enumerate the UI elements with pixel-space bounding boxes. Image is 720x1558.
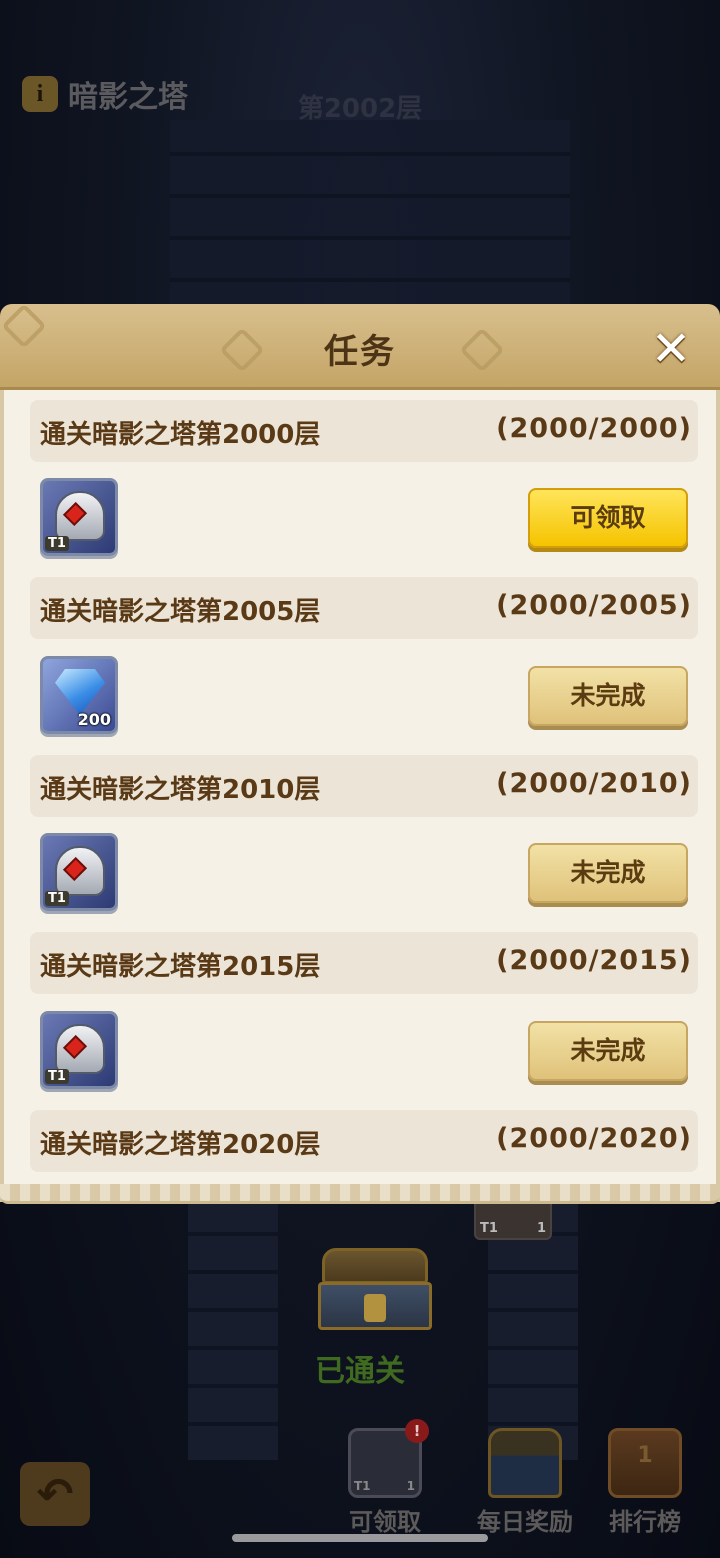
task-name: 通关暗影之塔第2010层 (40, 775, 321, 805)
task-modal: 任务 ✕ 通关暗影之塔第2000层 (2000/2000) T1 可领取 通关暗… (0, 303, 720, 1204)
task-name: 通关暗影之塔第2005层 (40, 597, 321, 627)
tier-tag: T1 (45, 536, 69, 551)
task-row: 通关暗影之塔第2020层 (2000/2020) (30, 1110, 698, 1172)
nav-leaderboard[interactable]: 1 排行榜 (590, 1428, 700, 1537)
back-arrow-icon: ↶ (36, 1468, 74, 1520)
nav-claimable-count: 1 (406, 1479, 415, 1493)
task-progress: (2000/2000) (496, 413, 692, 444)
tower-gate (170, 120, 570, 320)
tier-tag: T1 (45, 1069, 69, 1084)
task-row: 通关暗影之塔第2005层 (2000/2005) (30, 577, 698, 639)
alert-badge: ! (405, 1419, 429, 1443)
incomplete-button[interactable]: 未完成 (528, 1021, 688, 1081)
helm-icon: ! T1 1 (348, 1419, 429, 1498)
quantity-tag: 200 (77, 710, 111, 729)
incomplete-button[interactable]: 未完成 (528, 666, 688, 726)
claim-button[interactable]: 可领取 (528, 488, 688, 548)
modal-footer-border (0, 1184, 720, 1204)
task-row: 通关暗影之塔第2000层 (2000/2000) (30, 400, 698, 462)
helm-icon[interactable]: T1 (40, 1011, 118, 1089)
nav-claimable-label: 可领取 (349, 1508, 421, 1536)
modal-header: 任务 ✕ (0, 303, 720, 390)
helm-icon[interactable]: T1 (40, 833, 118, 911)
pillar-left (188, 1200, 278, 1460)
treasure-chest-icon (318, 1248, 432, 1330)
nav-claimable-tier: T1 (354, 1479, 371, 1493)
task-name: 通关暗影之塔第2000层 (40, 420, 321, 450)
task-list: 通关暗影之塔第2000层 (2000/2000) T1 可领取 通关暗影之塔第2… (0, 390, 720, 1202)
cleared-status: 已通关 (315, 1354, 405, 1389)
chest-icon (488, 1428, 562, 1498)
trophy-icon: 1 (608, 1428, 682, 1498)
nav-claimable[interactable]: ! T1 1 可领取 (330, 1419, 440, 1537)
close-icon[interactable]: ✕ (648, 325, 694, 373)
tier-tag: T1 (45, 891, 69, 906)
task-name: 通关暗影之塔第2020层 (40, 1130, 321, 1160)
floor-reward-count: 1 (536, 1221, 546, 1236)
modal-title: 任务 (324, 332, 396, 372)
task-progress: (2000/2010) (496, 768, 692, 799)
home-indicator[interactable] (232, 1534, 488, 1542)
helm-icon[interactable]: T1 (40, 478, 118, 556)
bottom-nav: ! T1 1 可领取 每日奖励 1 排行榜 (330, 1419, 700, 1537)
task-name: 通关暗影之塔第2015层 (40, 952, 321, 982)
task-progress: (2000/2005) (496, 590, 692, 621)
floor-label: 第2002层 (297, 94, 423, 124)
rank-number: 1 (637, 1443, 653, 1468)
task-progress: (2000/2020) (496, 1123, 692, 1154)
task-row: 通关暗影之塔第2015层 (2000/2015) (30, 932, 698, 994)
nav-daily-reward[interactable]: 每日奖励 (470, 1428, 580, 1537)
gem-icon[interactable]: 200 (40, 656, 118, 734)
task-progress: (2000/2015) (496, 945, 692, 976)
task-row: 通关暗影之塔第2010层 (2000/2010) (30, 755, 698, 817)
back-button[interactable]: ↶ (20, 1462, 90, 1526)
nav-leaderboard-label: 排行榜 (609, 1508, 681, 1536)
nav-daily-reward-label: 每日奖励 (477, 1508, 573, 1536)
floor-reward-tier: T1 (480, 1221, 498, 1236)
incomplete-button[interactable]: 未完成 (528, 843, 688, 903)
